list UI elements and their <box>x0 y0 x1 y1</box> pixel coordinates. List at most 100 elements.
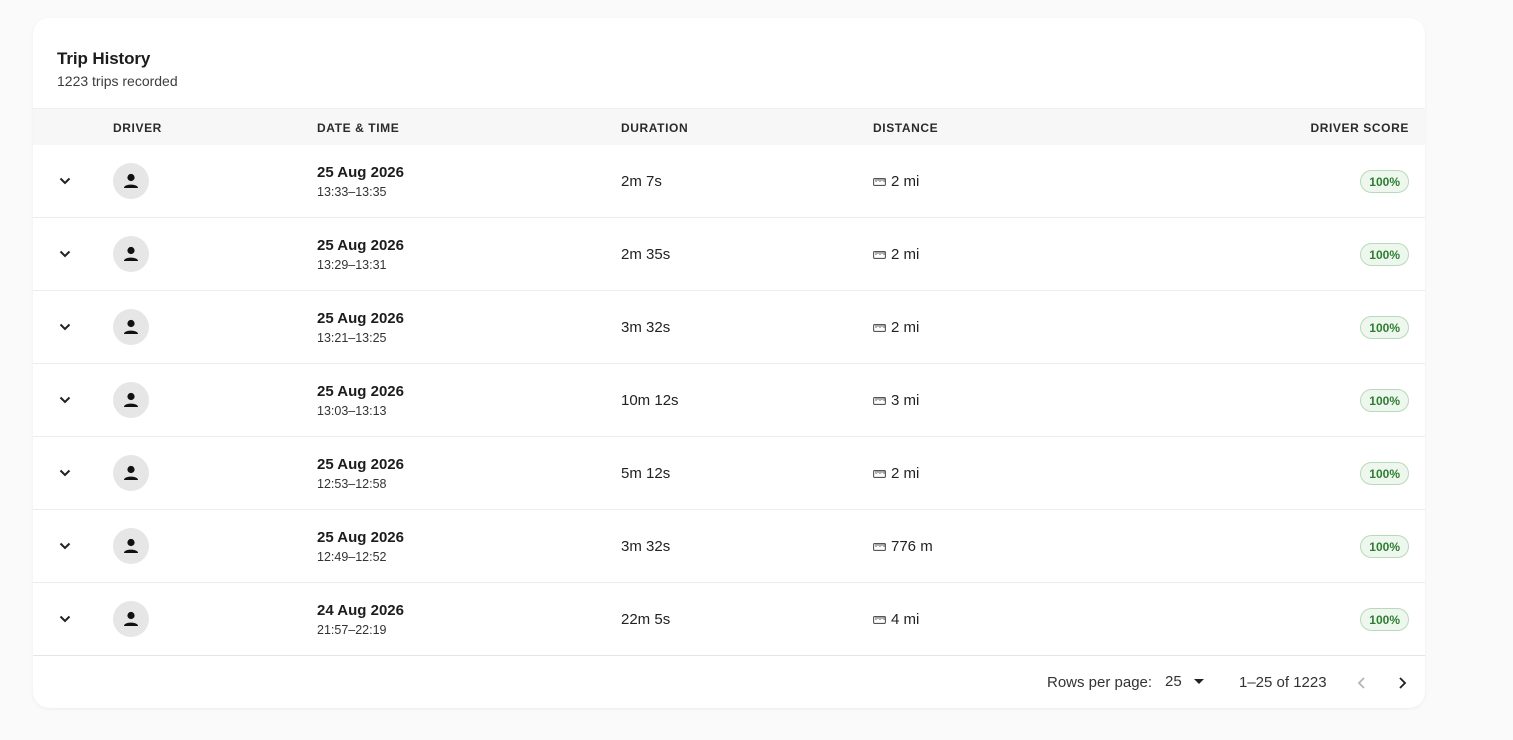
chevron-down-icon <box>59 615 71 623</box>
datetime-cell: 24 Aug 2026 21:57–22:19 <box>317 602 404 637</box>
datetime-cell: 25 Aug 2026 12:49–12:52 <box>317 529 404 564</box>
driver-score-badge: 100% <box>1360 608 1409 631</box>
trip-duration: 3m 32s <box>621 319 671 336</box>
ruler-icon <box>873 250 886 259</box>
ruler-icon <box>873 542 886 551</box>
trip-time-range: 12:49–12:52 <box>317 550 387 564</box>
datetime-cell: 25 Aug 2026 13:03–13:13 <box>317 383 404 418</box>
driver-avatar <box>113 163 149 199</box>
driver-avatar <box>113 382 149 418</box>
table-row[interactable]: 24 Aug 2026 21:57–22:19 22m 5s 4 mi 100% <box>33 583 1425 656</box>
datetime-cell: 25 Aug 2026 13:29–13:31 <box>317 237 404 272</box>
trip-distance: 4 mi <box>891 611 920 628</box>
trip-time-range: 13:03–13:13 <box>317 404 387 418</box>
person-icon <box>124 465 138 480</box>
driver-score-badge: 100% <box>1360 170 1409 193</box>
rows-per-page-select[interactable]: 25 <box>1165 673 1204 690</box>
trip-duration: 10m 12s <box>621 392 679 409</box>
expand-row-button[interactable] <box>53 461 77 485</box>
datetime-cell: 25 Aug 2026 12:53–12:58 <box>317 456 404 491</box>
trip-distance: 2 mi <box>891 246 920 263</box>
expand-row-button[interactable] <box>53 242 77 266</box>
expand-row-button[interactable] <box>53 169 77 193</box>
distance-cell: 2 mi <box>873 319 919 336</box>
expand-row-button[interactable] <box>53 607 77 631</box>
trip-duration: 3m 32s <box>621 538 671 555</box>
chevron-down-icon <box>59 396 71 404</box>
driver-score-badge: 100% <box>1360 535 1409 558</box>
table-header: DRIVER DATE & TIME DURATION DISTANCE DRI… <box>33 108 1425 145</box>
chevron-down-icon <box>59 250 71 258</box>
chevron-down-icon <box>59 323 71 331</box>
trip-duration: 2m 7s <box>621 173 662 190</box>
trip-date: 25 Aug 2026 <box>317 383 404 400</box>
page-title: Trip History <box>57 49 151 68</box>
trip-date: 25 Aug 2026 <box>317 237 404 254</box>
distance-cell: 776 m <box>873 538 933 555</box>
person-icon <box>124 173 138 188</box>
table-row[interactable]: 25 Aug 2026 12:49–12:52 3m 32s 776 m 100… <box>33 510 1425 583</box>
ruler-icon <box>873 396 886 405</box>
expand-row-button[interactable] <box>53 534 77 558</box>
trip-distance: 3 mi <box>891 392 920 409</box>
trip-time-range: 13:29–13:31 <box>317 258 387 272</box>
table-row[interactable]: 25 Aug 2026 12:53–12:58 5m 12s 2 mi 100% <box>33 437 1425 510</box>
trip-time-range: 13:21–13:25 <box>317 331 387 345</box>
distance-cell: 2 mi <box>873 465 919 482</box>
chevron-down-icon <box>59 542 71 550</box>
driver-avatar <box>113 236 149 272</box>
trip-time-range: 13:33–13:35 <box>317 185 387 199</box>
pagination-range: 1–25 of 1223 <box>1239 674 1327 691</box>
driver-avatar <box>113 455 149 491</box>
column-header-duration: DURATION <box>621 121 689 135</box>
chevron-left-icon <box>1357 677 1365 689</box>
datetime-cell: 25 Aug 2026 13:33–13:35 <box>317 164 404 199</box>
person-icon <box>124 246 138 261</box>
trip-distance: 776 m <box>891 538 933 555</box>
person-icon <box>124 611 138 626</box>
table-row[interactable]: 25 Aug 2026 13:29–13:31 2m 35s 2 mi 100% <box>33 218 1425 291</box>
trip-duration: 22m 5s <box>621 611 671 628</box>
caret-down-icon <box>1193 679 1204 684</box>
trip-distance: 2 mi <box>891 319 920 336</box>
person-icon <box>124 538 138 553</box>
person-icon <box>124 392 138 407</box>
driver-score-badge: 100% <box>1360 243 1409 266</box>
pagination: Rows per page: 25 1–25 of 1223 <box>33 655 1425 708</box>
table-row[interactable]: 25 Aug 2026 13:03–13:13 10m 12s 3 mi 100… <box>33 364 1425 437</box>
chevron-right-icon <box>1399 677 1407 689</box>
rows-per-page-label: Rows per page: <box>1047 674 1153 691</box>
trip-count: 1223 trips recorded <box>57 73 178 89</box>
ruler-icon <box>873 323 886 332</box>
trip-date: 24 Aug 2026 <box>317 602 404 619</box>
driver-avatar <box>113 528 149 564</box>
trip-distance: 2 mi <box>891 173 920 190</box>
previous-page-button[interactable] <box>1348 669 1376 697</box>
next-page-button[interactable] <box>1388 669 1416 697</box>
driver-avatar <box>113 309 149 345</box>
ruler-icon <box>873 615 886 624</box>
distance-cell: 2 mi <box>873 173 919 190</box>
trip-date: 25 Aug 2026 <box>317 529 404 546</box>
person-icon <box>124 319 138 334</box>
card-header: Trip History 1223 trips recorded <box>33 18 1425 108</box>
trip-time-range: 21:57–22:19 <box>317 623 387 637</box>
driver-avatar <box>113 601 149 637</box>
trip-distance: 2 mi <box>891 465 920 482</box>
distance-cell: 4 mi <box>873 611 919 628</box>
ruler-icon <box>873 469 886 478</box>
column-header-driver: DRIVER <box>113 121 162 135</box>
column-header-distance: DISTANCE <box>873 121 939 135</box>
driver-score-badge: 100% <box>1360 316 1409 339</box>
driver-score-badge: 100% <box>1360 462 1409 485</box>
ruler-icon <box>873 177 886 186</box>
table-row[interactable]: 25 Aug 2026 13:21–13:25 3m 32s 2 mi 100% <box>33 291 1425 364</box>
rows-per-page-value: 25 <box>1165 673 1182 690</box>
trip-history-card: Trip History 1223 trips recorded DRIVER … <box>33 18 1425 708</box>
table-row[interactable]: 25 Aug 2026 13:33–13:35 2m 7s 2 mi 100% <box>33 145 1425 218</box>
expand-row-button[interactable] <box>53 315 77 339</box>
datetime-cell: 25 Aug 2026 13:21–13:25 <box>317 310 404 345</box>
expand-row-button[interactable] <box>53 388 77 412</box>
trip-date: 25 Aug 2026 <box>317 164 404 181</box>
driver-score-badge: 100% <box>1360 389 1409 412</box>
